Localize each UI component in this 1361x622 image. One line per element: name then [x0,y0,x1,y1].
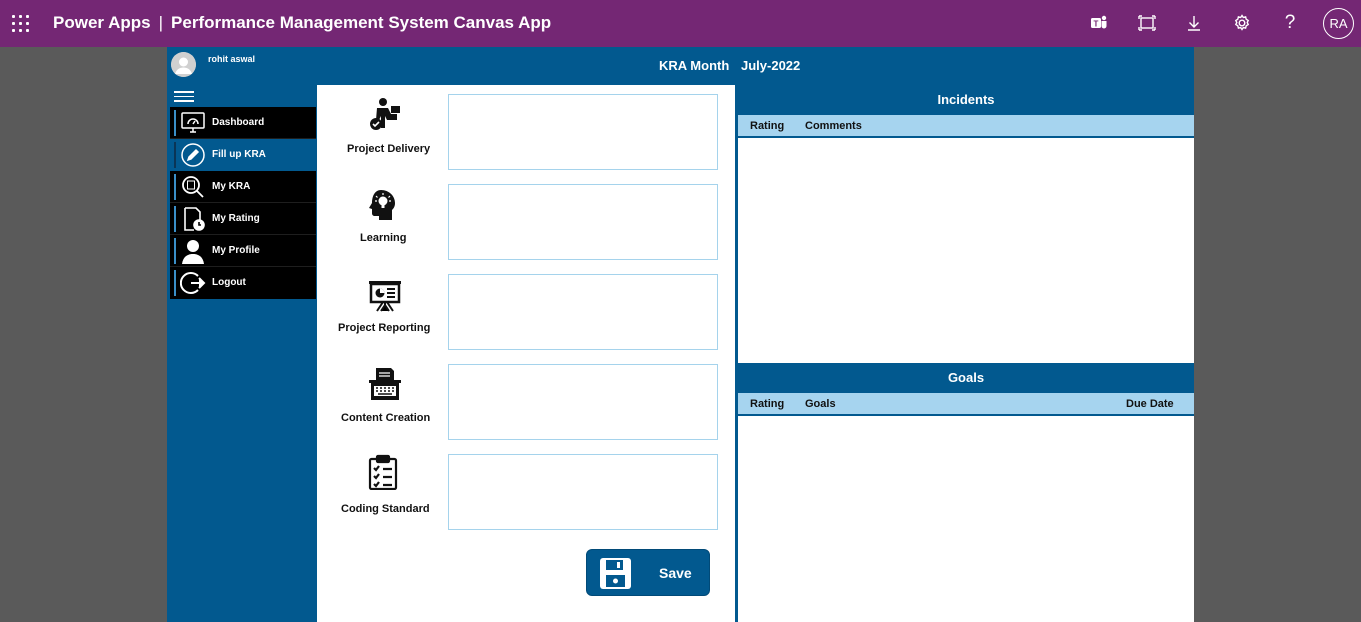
learning-icon [369,190,395,220]
kra-label-content-creation: Content Creation [341,412,431,424]
nav-label-my-profile: My Profile [212,245,260,256]
svg-text:T: T [1094,20,1099,29]
nav-label-dashboard: Dashboard [212,117,265,128]
save-button[interactable]: Save [586,549,710,596]
menu-icon[interactable] [174,91,194,103]
kra-project-reporting: Project Reporting [317,274,735,354]
help-icon[interactable]: ? [1279,12,1301,34]
content-creation-input[interactable] [448,364,718,440]
kra-month-value: July-2022 [741,58,801,73]
canvas-app: rohit aswal KRA Month July-2022 Dashboar… [167,47,1194,622]
profile-icon [182,240,204,264]
incidents-title: Incidents [738,85,1194,115]
app-title: Power Apps | Performance Management System… [53,13,551,33]
checklist-icon [368,454,398,490]
project-delivery-input[interactable] [448,94,718,170]
nav-item-my-kra[interactable]: My KRA [167,171,316,203]
reporting-icon [369,281,401,312]
project-reporting-input[interactable] [448,274,718,350]
learning-input[interactable] [448,184,718,260]
nav-item-dashboard[interactable]: Dashboard [167,107,316,139]
goals-list[interactable] [738,418,1194,622]
title-separator: | [158,13,164,32]
incidents-list[interactable] [738,140,1194,360]
nav-item-my-rating[interactable]: My Rating [167,203,316,235]
incidents-header: Rating Comments [738,115,1194,138]
goals-title: Goals [738,363,1194,393]
goals-col-rating: Rating [750,398,785,410]
incidents-col-rating: Rating [750,120,785,132]
nav-item-my-profile[interactable]: My Profile [167,235,316,267]
edit-icon [181,143,205,167]
coding-standard-input[interactable] [448,454,718,530]
typewriter-icon [369,368,401,400]
goals-header: Rating Goals Due Date [738,393,1194,416]
nav-label-logout: Logout [212,277,246,288]
search-icon [182,176,204,198]
kra-label-learning: Learning [360,232,407,244]
user-name: rohit aswal [208,54,256,64]
rating-icon [184,207,205,231]
nav-label-my-kra: My KRA [212,181,251,192]
goals-col-goals: Goals [805,398,836,410]
dashboard-icon [181,112,205,133]
app-name: Performance Management System Canvas App [171,13,552,32]
kra-coding-standard: Coding Standard [317,454,735,534]
kra-project-delivery: Project Delivery [317,94,735,174]
user-avatar-button[interactable]: RA [1323,8,1354,39]
product-name: Power Apps [53,13,151,32]
kra-label-project-reporting: Project Reporting [338,322,431,334]
kra-month-label: KRA Month [659,58,730,73]
power-apps-bar: Power Apps | Performance Management System… [0,0,1361,47]
goals-col-due-date: Due Date [1126,398,1174,410]
settings-icon[interactable] [1231,12,1253,34]
teams-icon[interactable]: T [1088,12,1110,34]
kra-learning: Learning [317,184,735,264]
fit-screen-icon[interactable] [1136,12,1158,34]
incidents-col-comments: Comments [805,120,862,132]
kra-label-coding-standard: Coding Standard [341,503,430,515]
delivery-icon [370,98,400,130]
kra-content-creation: Content Creation [317,364,735,444]
waffle-icon[interactable] [12,15,29,32]
nav-item-fill-up-kra[interactable]: Fill up KRA [167,139,316,171]
profile-avatar [171,52,196,77]
app-header: rohit aswal KRA Month July-2022 [167,47,1194,85]
nav-item-logout[interactable]: Logout [167,267,316,299]
save-icon [600,558,631,589]
kra-label-project-delivery: Project Delivery [347,143,431,155]
kra-form: Project Delivery Learning Project Report… [317,85,735,622]
side-nav: Dashboard Fill up KRA My KRA My Rating M… [167,107,316,299]
logout-icon [180,272,206,294]
nav-label-my-rating: My Rating [212,213,260,224]
download-icon[interactable] [1183,12,1205,34]
nav-label-fill-up-kra: Fill up KRA [212,149,266,160]
save-button-label: Save [659,565,692,581]
